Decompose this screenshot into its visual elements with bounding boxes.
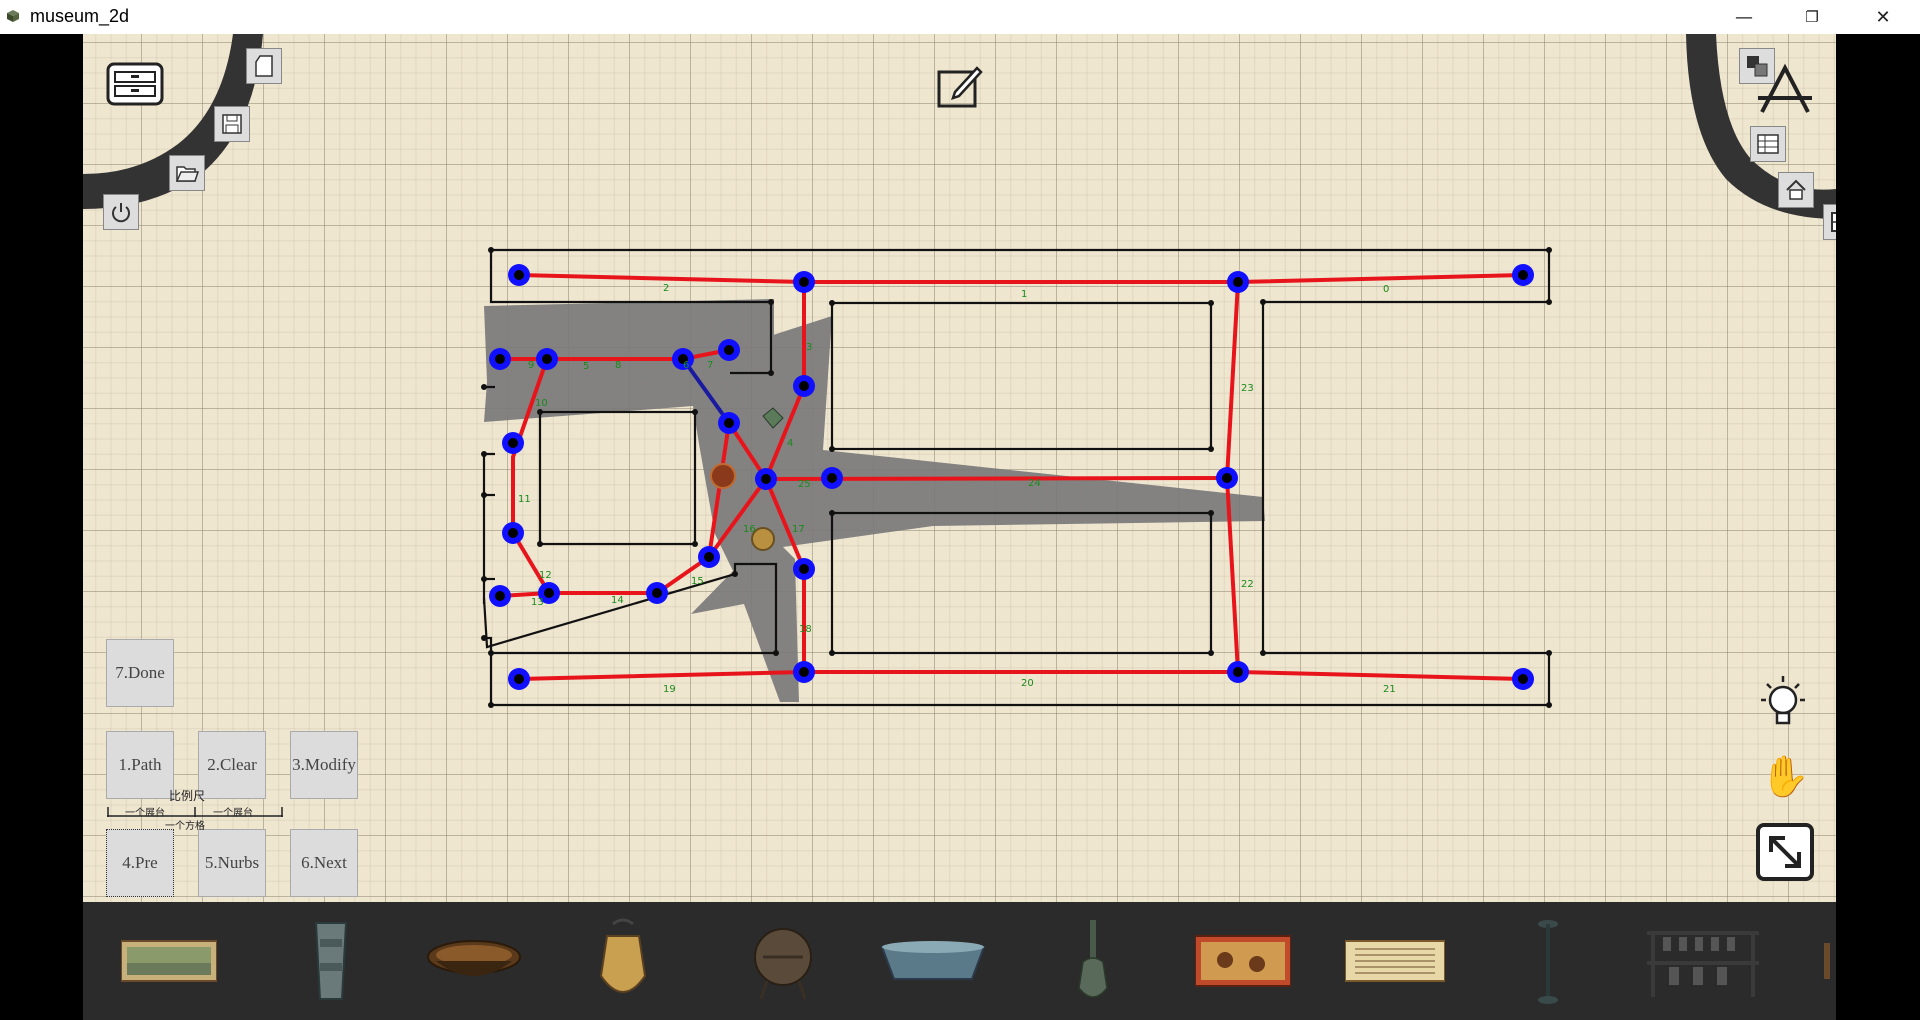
- table-icon[interactable]: [1750, 126, 1786, 162]
- app-store-icon[interactable]: [1750, 60, 1820, 120]
- artifact-scroll-painting[interactable]: [121, 916, 217, 1006]
- edge-label: 11: [518, 494, 531, 505]
- artifact-bronze-trough[interactable]: [878, 916, 988, 1006]
- power-icon[interactable]: [103, 194, 139, 230]
- artifact-gilded-pot[interactable]: [593, 916, 653, 1006]
- modify-button[interactable]: 3.Modify: [290, 731, 358, 799]
- edge-label: 16: [743, 524, 756, 535]
- edge-label: 8: [615, 360, 621, 371]
- window-title: museum_2d: [30, 6, 130, 26]
- app-icon: [7, 10, 19, 22]
- done-button[interactable]: 7.Done: [106, 639, 174, 707]
- edge-label: 7: [707, 360, 713, 371]
- edge-label: 9: [528, 360, 534, 371]
- scale-left-label: 一个展台: [125, 808, 165, 819]
- artifact-bronze-basin[interactable]: [426, 916, 522, 1006]
- edge-label: 1: [1021, 289, 1027, 300]
- edge-label: 2: [663, 283, 669, 294]
- open-folder-icon[interactable]: [169, 155, 205, 191]
- edge-label: 5: [583, 361, 589, 372]
- nurbs-button[interactable]: 5.Nurbs: [198, 829, 266, 897]
- minimize-button[interactable]: —: [1721, 0, 1767, 34]
- scale-legend: 比例尺 一个展台 一个展台 一个方格: [107, 787, 287, 832]
- close-button[interactable]: ✕: [1860, 0, 1906, 34]
- artifact-green-vase[interactable]: [1068, 916, 1118, 1006]
- edge-label: 0: [1383, 284, 1389, 295]
- new-page-icon[interactable]: [246, 48, 282, 84]
- edge-label: 6: [683, 360, 689, 371]
- edge-label: 22: [1241, 579, 1254, 590]
- home-icon[interactable]: [1778, 172, 1814, 208]
- artifact-bronze-censer[interactable]: [743, 916, 823, 1006]
- artifact-jade-cong[interactable]: [301, 916, 361, 1006]
- restore-button[interactable]: ❐: [1789, 0, 1835, 34]
- edge-label: 3: [806, 342, 812, 353]
- edge-label: 20: [1021, 678, 1034, 689]
- edge-label: 12: [539, 570, 552, 581]
- pre-button[interactable]: 4.Pre: [106, 829, 174, 897]
- edge-label: 23: [1241, 383, 1254, 394]
- scale-right-label: 一个展台: [213, 808, 253, 819]
- edge-label: 18: [799, 624, 812, 635]
- lightbulb-icon[interactable]: [1753, 674, 1813, 734]
- artifact-silk-painting[interactable]: [1195, 916, 1291, 1006]
- expand-icon[interactable]: [1755, 822, 1815, 882]
- title-bar: museum_2d — ❐ ✕: [0, 0, 1920, 34]
- edge-label: 10: [535, 398, 548, 409]
- artifact-calligraphy-scroll[interactable]: [1345, 916, 1445, 1006]
- hand-icon[interactable]: ✋: [1760, 754, 1810, 800]
- edge-label: 13: [531, 597, 544, 608]
- artifact-strip: [83, 902, 1836, 1020]
- artifact-chime-bells[interactable]: [1645, 916, 1761, 1006]
- floor-plan-icon[interactable]: [1823, 204, 1836, 240]
- cabinet-icon[interactable]: [105, 56, 165, 106]
- edge-label: 19: [663, 684, 676, 695]
- edge-label: 25: [798, 479, 811, 490]
- edge-label: 21: [1383, 684, 1396, 695]
- edge-label: 15: [691, 576, 704, 587]
- edge-label: 17: [792, 524, 805, 535]
- next-button[interactable]: 6.Next: [290, 829, 358, 897]
- save-icon[interactable]: [214, 106, 250, 142]
- artifact-bronze-lamp[interactable]: [1528, 916, 1568, 1006]
- edge-label: 14: [611, 595, 624, 606]
- edge-label: 4: [787, 438, 793, 449]
- edge-label: 24: [1028, 478, 1041, 489]
- scale-bottom-label: 一个方格: [165, 821, 205, 832]
- artifact-partial-item[interactable]: [1823, 916, 1833, 1006]
- map-canvas[interactable]: 0 1 2 3 4 5 6 7 8 9 10 11 12 13 14 15 16 17 18 19 20 21 22 23 24…: [83, 34, 1836, 902]
- edit-icon[interactable]: [935, 62, 983, 110]
